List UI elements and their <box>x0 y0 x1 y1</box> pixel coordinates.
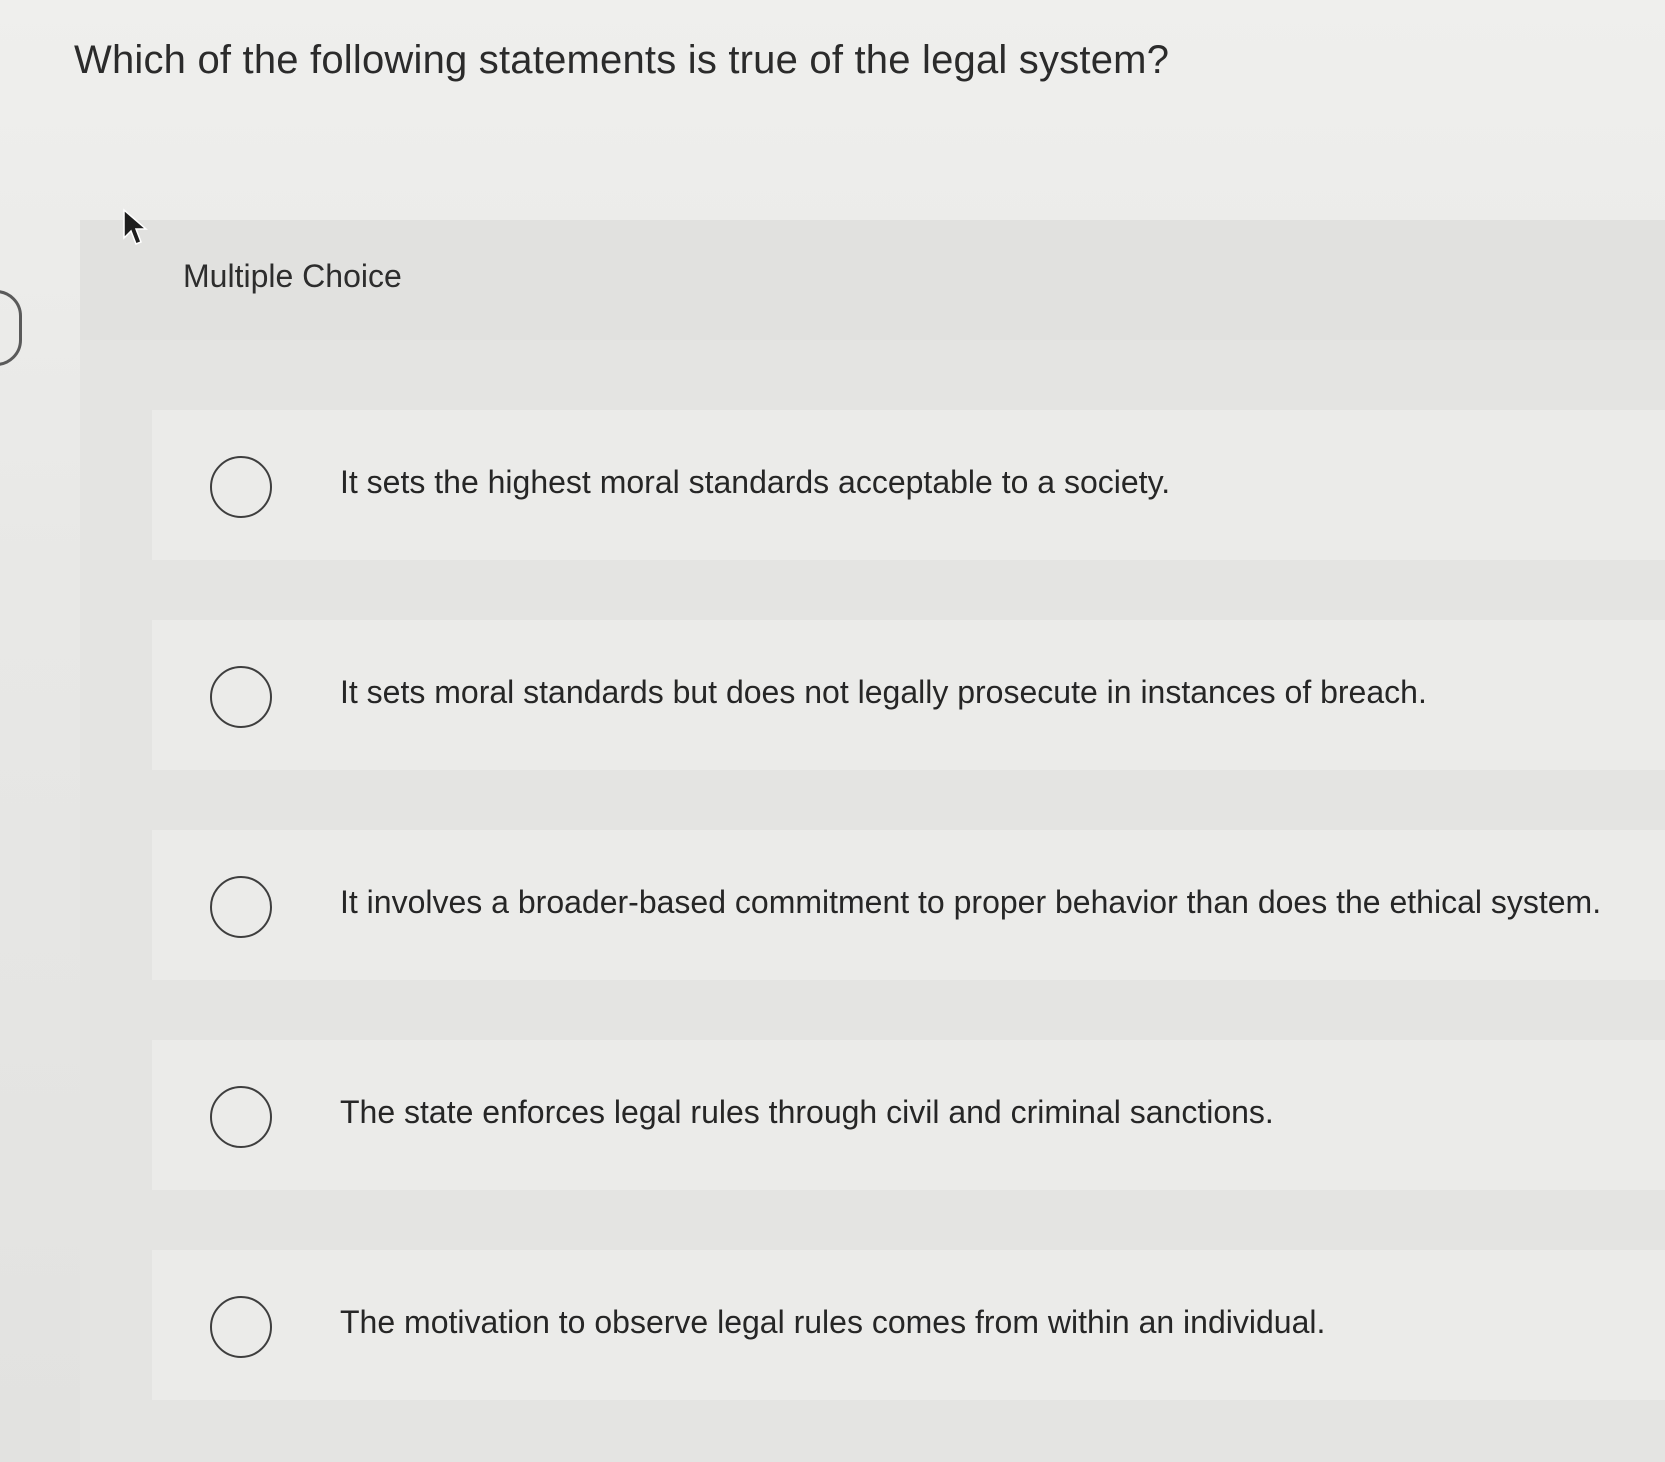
quiz-page: Which of the following statements is tru… <box>0 0 1665 1462</box>
answer-option-label: The motivation to observe legal rules co… <box>340 1304 1326 1340</box>
answer-option-3[interactable]: It involves a broader-based commitment t… <box>152 830 1665 980</box>
radio-unchecked-icon[interactable] <box>210 1086 272 1148</box>
question-text: Which of the following statements is tru… <box>74 38 1170 82</box>
radio-unchecked-icon[interactable] <box>210 666 272 728</box>
radio-unchecked-icon[interactable] <box>210 456 272 518</box>
answer-option-label: It sets the highest moral standards acce… <box>340 464 1171 500</box>
radio-unchecked-icon[interactable] <box>210 876 272 938</box>
answer-option-label: It sets moral standards but does not leg… <box>340 674 1427 710</box>
answer-option-5[interactable]: The motivation to observe legal rules co… <box>152 1250 1665 1400</box>
multiple-choice-label: Multiple Choice <box>183 258 402 294</box>
answer-option-4[interactable]: The state enforces legal rules through c… <box>152 1040 1665 1190</box>
answer-option-1[interactable]: It sets the highest moral standards acce… <box>152 410 1665 560</box>
answer-option-label: The state enforces legal rules through c… <box>340 1094 1274 1130</box>
radio-unchecked-icon[interactable] <box>210 1296 272 1358</box>
multiple-choice-header: Multiple Choice <box>80 220 1665 340</box>
multiple-choice-panel: Multiple Choice It sets the highest mora… <box>80 220 1665 1462</box>
answer-option-label: It involves a broader-based commitment t… <box>340 884 1602 920</box>
answer-option-2[interactable]: It sets moral standards but does not leg… <box>152 620 1665 770</box>
side-tab-handle[interactable] <box>0 290 22 366</box>
mouse-pointer-icon <box>123 208 148 245</box>
